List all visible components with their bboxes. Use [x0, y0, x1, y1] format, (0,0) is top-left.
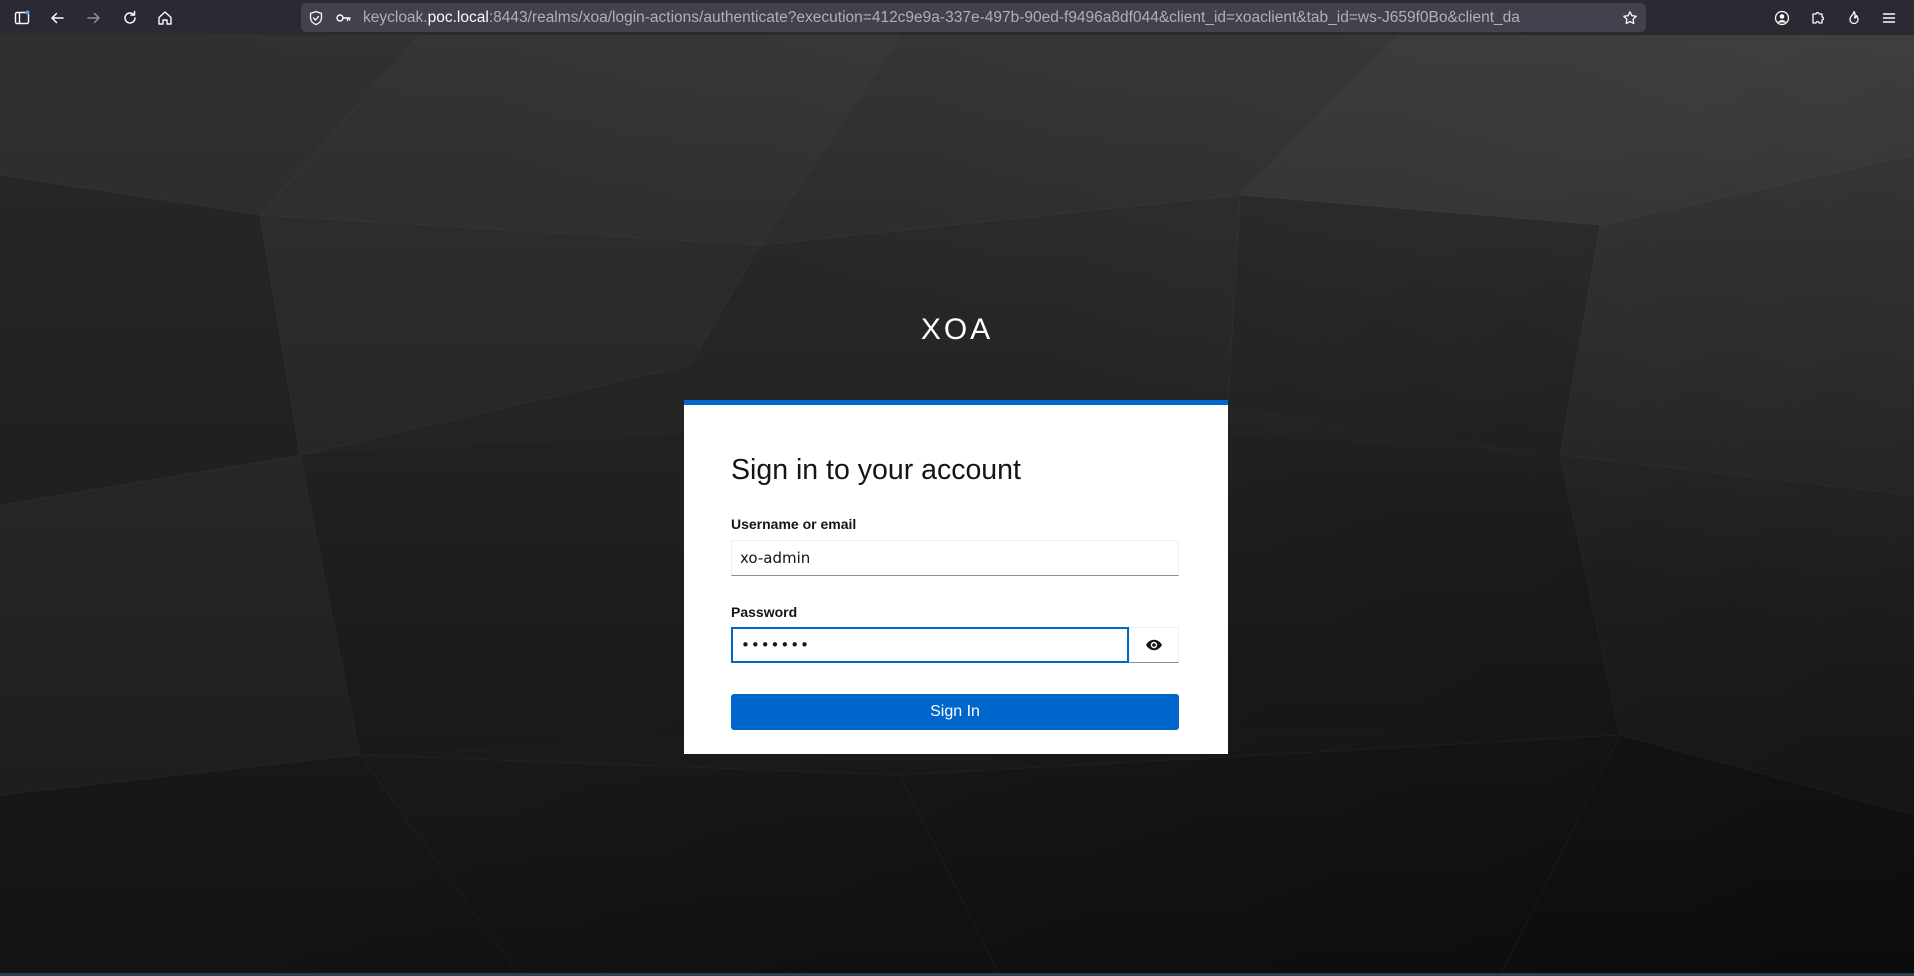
back-arrow-icon[interactable]: [43, 4, 71, 32]
url-text[interactable]: keycloak.poc.local:8443/realms/xoa/login…: [363, 9, 1615, 27]
password-label: Password: [731, 604, 798, 620]
flame-icon[interactable]: [1840, 4, 1868, 32]
url-bar[interactable]: keycloak.poc.local:8443/realms/xoa/login…: [301, 3, 1646, 32]
password-field[interactable]: •••••••: [731, 627, 1129, 663]
show-password-button[interactable]: [1129, 627, 1179, 663]
url-host: poc.local: [427, 9, 489, 26]
forward-arrow-icon[interactable]: [80, 4, 108, 32]
reload-icon[interactable]: [116, 4, 144, 32]
username-label: Username or email: [731, 516, 857, 532]
sign-in-button[interactable]: Sign In: [731, 694, 1179, 730]
eye-icon: [1146, 639, 1162, 651]
browser-toolbar: keycloak.poc.local:8443/realms/xoa/login…: [0, 0, 1914, 35]
page-title: Sign in to your account: [731, 454, 1021, 486]
login-page: XOA Sign in to your account Username or …: [0, 35, 1914, 976]
hamburger-menu-icon[interactable]: [1875, 4, 1903, 32]
key-icon[interactable]: [334, 9, 352, 27]
realm-title: XOA: [920, 313, 994, 346]
username-field[interactable]: xo-admin: [731, 540, 1179, 576]
login-card: Sign in to your account Username or emai…: [684, 400, 1228, 754]
star-icon[interactable]: [1621, 9, 1639, 27]
account-icon[interactable]: [1768, 4, 1796, 32]
home-icon[interactable]: [151, 4, 179, 32]
sidebar-icon[interactable]: [8, 4, 36, 32]
shield-icon[interactable]: [307, 9, 325, 27]
puzzle-icon[interactable]: [1804, 4, 1832, 32]
